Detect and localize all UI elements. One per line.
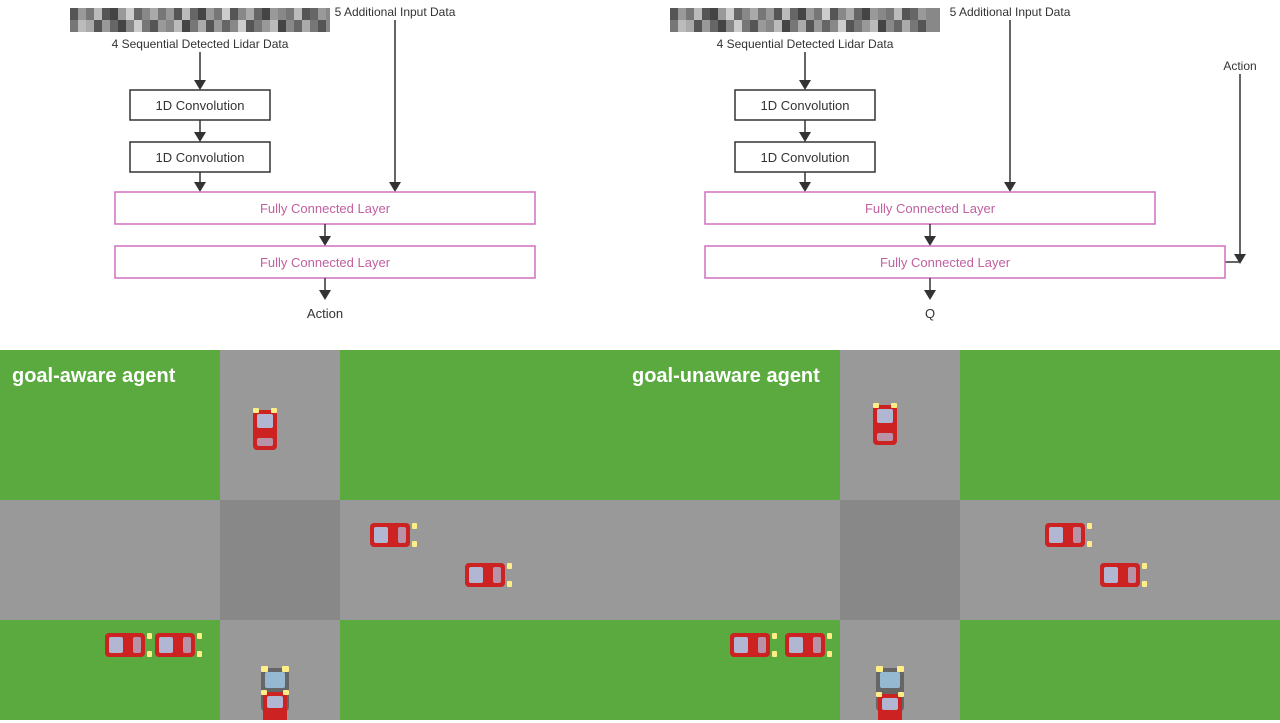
right-lidar-strip <box>670 8 940 32</box>
right-agent-label: goal-unaware agent <box>632 365 820 387</box>
left-fc1-label: Fully Connected Layer <box>260 201 391 216</box>
right-game-svg: goal-unaware agent <box>620 350 1280 720</box>
right-lidar-label: 4 Sequential Detected Lidar Data <box>717 37 894 51</box>
right-car2 <box>1045 523 1092 547</box>
right-panel: 4 Sequential Detected Lidar Data 1D Conv… <box>620 0 1280 720</box>
right-conv2-label: 1D Convolution <box>761 150 850 165</box>
right-car4 <box>730 633 777 657</box>
left-additional-input-label: 5 Additional Input Data <box>335 5 456 19</box>
right-car3 <box>1100 563 1147 587</box>
left-arch-svg: 4 Sequential Detected Lidar Data 1D Conv… <box>0 0 620 350</box>
right-arch-svg: 4 Sequential Detected Lidar Data 1D Conv… <box>620 0 1280 350</box>
car2 <box>370 523 417 547</box>
right-car-bottom <box>876 692 904 720</box>
left-conv2-label: 1D Convolution <box>156 150 245 165</box>
left-arch-area: 4 Sequential Detected Lidar Data 1D Conv… <box>0 0 620 350</box>
right-arch-area: 4 Sequential Detected Lidar Data 1D Conv… <box>620 0 1280 350</box>
right-action-input-label: Action <box>1223 59 1256 73</box>
right-fc2-label: Fully Connected Layer <box>880 255 1011 270</box>
left-lidar-strip <box>70 8 330 32</box>
right-conv1-label: 1D Convolution <box>761 98 850 113</box>
left-lidar-label: 4 Sequential Detected Lidar Data <box>112 37 289 51</box>
left-game-area: goal-aware agent <box>0 350 620 720</box>
right-car5 <box>785 633 832 657</box>
right-output-label: Q <box>925 306 935 321</box>
left-agent-label: goal-aware agent <box>12 365 176 387</box>
car-bottom-left <box>261 690 289 720</box>
car5 <box>155 633 202 657</box>
car4 <box>105 633 152 657</box>
left-conv1-label: 1D Convolution <box>156 98 245 113</box>
left-fc2-label: Fully Connected Layer <box>260 255 391 270</box>
car3 <box>465 563 512 587</box>
right-car1 <box>873 403 897 445</box>
main-container: 4 Sequential Detected Lidar Data 1D Conv… <box>0 0 1280 720</box>
right-fc1-label: Fully Connected Layer <box>865 201 996 216</box>
left-output-label: Action <box>307 306 343 321</box>
car1 <box>253 408 277 450</box>
left-panel: 4 Sequential Detected Lidar Data 1D Conv… <box>0 0 620 720</box>
left-game-svg: goal-aware agent <box>0 350 620 720</box>
right-additional-input-label: 5 Additional Input Data <box>950 5 1071 19</box>
right-game-area: goal-unaware agent <box>620 350 1280 720</box>
